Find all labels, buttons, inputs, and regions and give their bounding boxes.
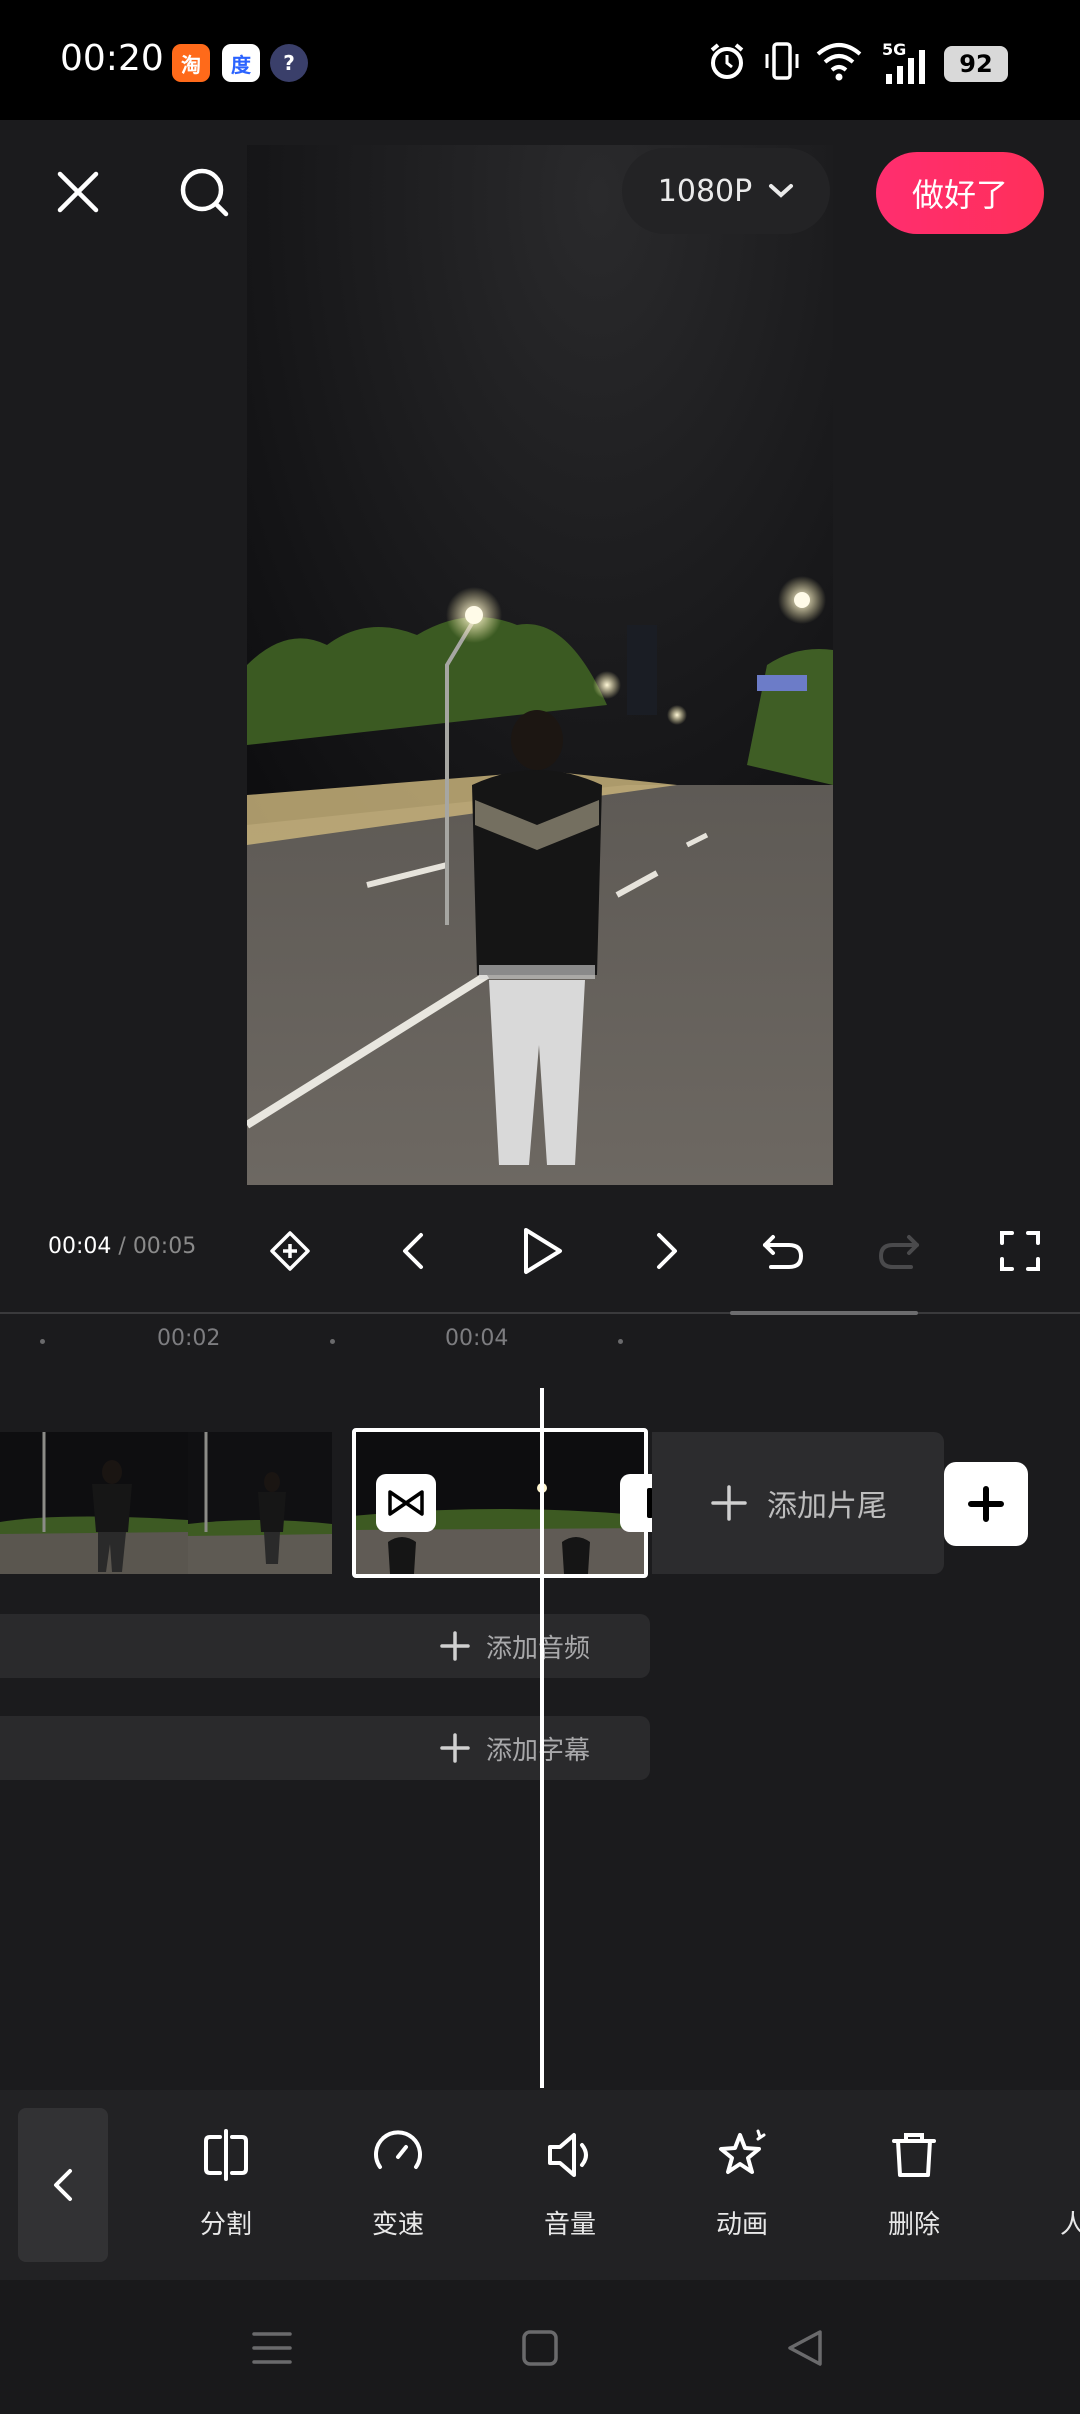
delete-tool[interactable]: 删除	[844, 2120, 984, 2260]
alarm-icon	[710, 43, 744, 79]
delete-label: 删除	[887, 2210, 940, 2240]
plus-icon	[968, 1486, 1004, 1522]
toolbar-back-button[interactable]	[18, 2108, 108, 2262]
time-separator: /	[111, 1234, 133, 1259]
total-time: 00:05	[132, 1234, 197, 1259]
app-icon: ?	[270, 44, 308, 82]
vibrate-icon	[765, 42, 799, 80]
undo-icon	[763, 1235, 804, 1269]
next-frame-button[interactable]	[632, 1216, 702, 1286]
play-icon	[524, 1228, 562, 1274]
ruler-tick	[40, 1339, 45, 1344]
add-outro-label: 添加片尾	[767, 1489, 887, 1524]
subtitle-track[interactable]: 添加字幕	[0, 1716, 650, 1780]
chevron-left-icon	[54, 2169, 72, 2201]
plus-icon	[711, 1485, 747, 1521]
timeline-progress-divider	[0, 1312, 1080, 1314]
animation-label: 动画	[715, 2210, 768, 2240]
audio-track[interactable]: 添加音频	[0, 1614, 650, 1678]
done-label: 做好了	[911, 176, 1008, 214]
add-clip-button[interactable]	[944, 1462, 1028, 1546]
split-label: 分割	[199, 2210, 252, 2240]
clip-thumbnail[interactable]	[0, 1432, 188, 1574]
chevron-left-icon	[403, 1233, 423, 1269]
baidu-icon: 度	[222, 44, 260, 82]
volume-label: 音量	[543, 2210, 596, 2240]
volume-tool[interactable]: 音量	[500, 2120, 640, 2260]
time-readout: 00:04 / 00:05	[48, 1234, 196, 1259]
voice-icon	[1058, 2127, 1080, 2183]
ruler-tick	[618, 1339, 623, 1344]
search-icon[interactable]	[176, 164, 232, 220]
undo-button[interactable]	[748, 1216, 818, 1286]
resolution-selector[interactable]: 1080P	[622, 148, 830, 234]
current-time: 00:04	[48, 1234, 112, 1259]
plus-icon	[440, 1631, 470, 1661]
resolution-label: 1080P	[657, 173, 753, 209]
split-icon	[204, 2129, 248, 2181]
redo-icon	[878, 1235, 919, 1269]
add-subtitle-button[interactable]: 添加字幕	[440, 1716, 590, 1780]
ruler-tick	[330, 1339, 335, 1344]
add-audio-button[interactable]: 添加音频	[440, 1614, 590, 1678]
add-audio-label: 添加音频	[486, 1633, 591, 1664]
split-tool[interactable]: 分割	[156, 2120, 296, 2260]
speed-tool[interactable]: 变速	[328, 2120, 468, 2260]
chevron-right-icon	[657, 1233, 677, 1269]
menu-icon[interactable]	[250, 2328, 294, 2368]
animation-icon	[719, 2129, 766, 2174]
timeline-scroll-indicator	[730, 1311, 918, 1315]
voice-tool[interactable]: 人声	[1016, 2120, 1080, 2260]
back-icon[interactable]	[784, 2326, 828, 2370]
system-nav-bar	[0, 2280, 1080, 2414]
add-outro-button[interactable]: 添加片尾	[652, 1432, 944, 1574]
close-icon[interactable]	[50, 164, 106, 220]
transition-button[interactable]	[376, 1474, 436, 1532]
ruler-label-4s: 00:04	[445, 1326, 509, 1351]
speed-icon	[374, 2130, 422, 2169]
animation-tool[interactable]: 动画	[672, 2120, 812, 2260]
battery-indicator: 92	[944, 46, 1008, 82]
taobao-icon: 淘	[172, 44, 210, 82]
keyframe-icon	[270, 1231, 310, 1271]
speed-label: 变速	[371, 2210, 424, 2240]
clip-thumbnail[interactable]	[188, 1432, 332, 1574]
status-time: 00:20	[60, 38, 164, 79]
add-subtitle-label: 添加字幕	[486, 1735, 591, 1766]
redo-button[interactable]	[864, 1216, 934, 1286]
home-icon[interactable]	[520, 2328, 560, 2368]
fullscreen-icon	[1000, 1231, 1040, 1271]
plus-icon	[440, 1733, 470, 1763]
playhead[interactable]	[540, 1388, 544, 2088]
volume-icon	[548, 2133, 588, 2177]
ruler-label-2s: 00:02	[157, 1326, 221, 1351]
transition-icon	[388, 1490, 424, 1516]
fullscreen-button[interactable]	[985, 1216, 1055, 1286]
wifi-icon	[816, 43, 862, 81]
night-street-scene	[247, 145, 833, 1185]
video-preview[interactable]	[247, 145, 833, 1185]
done-button[interactable]: 做好了	[876, 152, 1044, 234]
status-bar: 00:20 淘 度 ? 5G 92	[0, 0, 1080, 120]
play-button[interactable]	[506, 1216, 576, 1286]
previous-frame-button[interactable]	[378, 1216, 448, 1286]
delete-icon	[892, 2133, 936, 2177]
voice-label: 人声	[1059, 2210, 1080, 2240]
keyframe-button[interactable]	[255, 1216, 325, 1286]
signal-icon	[886, 50, 925, 84]
chevron-down-icon	[769, 184, 794, 198]
